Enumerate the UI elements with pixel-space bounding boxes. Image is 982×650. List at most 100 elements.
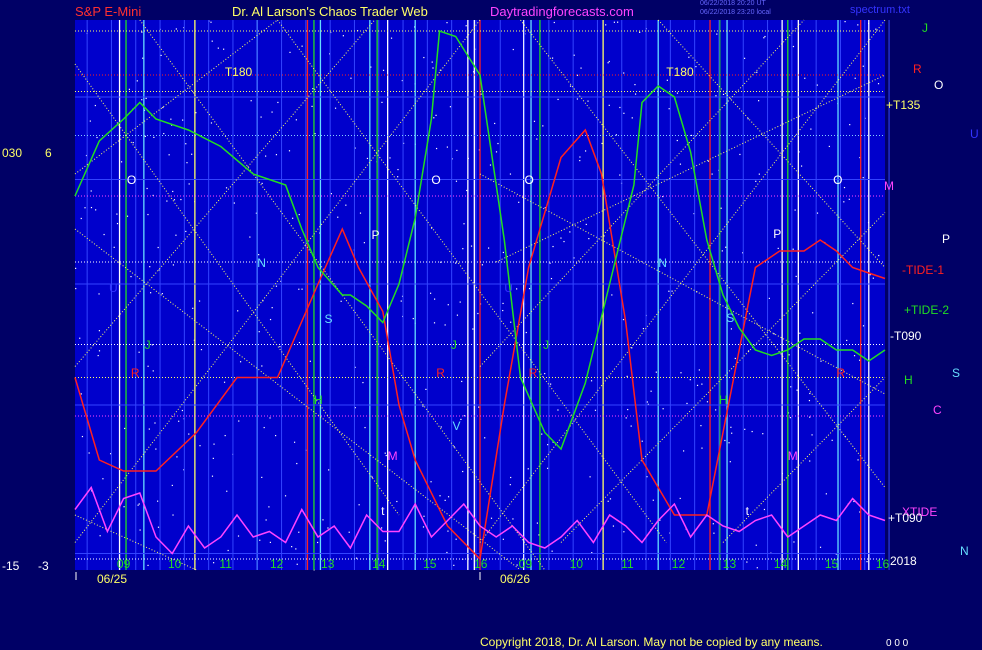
star-dot xyxy=(175,234,177,236)
star-dot xyxy=(447,496,450,498)
star-dot xyxy=(271,111,273,113)
star-dot xyxy=(623,72,625,74)
star-dot xyxy=(275,285,278,287)
star-dot xyxy=(279,345,281,348)
star-dot xyxy=(423,515,425,517)
star-dot xyxy=(712,523,714,525)
star-dot xyxy=(502,538,504,540)
star-dot xyxy=(130,275,132,278)
planet-marker-p: P xyxy=(773,227,781,241)
star-dot xyxy=(619,174,621,176)
star-dot xyxy=(623,112,625,114)
star-dot xyxy=(809,392,811,395)
label-t180-day1: T180 xyxy=(225,65,253,79)
star-dot xyxy=(792,248,794,250)
star-dot xyxy=(188,183,190,185)
star-dot xyxy=(751,430,753,433)
star-dot xyxy=(551,57,554,59)
star-dot xyxy=(584,150,587,152)
star-dot xyxy=(79,337,81,339)
star-dot xyxy=(698,369,700,371)
star-dot xyxy=(816,84,818,86)
star-dot xyxy=(277,101,279,104)
star-dot xyxy=(355,557,358,559)
star-dot xyxy=(634,93,637,95)
star-dot xyxy=(322,519,324,521)
star-dot xyxy=(557,98,559,101)
star-dot xyxy=(141,31,143,33)
star-dot xyxy=(288,150,291,152)
star-dot xyxy=(212,457,214,459)
right-label--t135: +T135 xyxy=(886,98,921,112)
star-dot xyxy=(480,93,482,95)
star-dot xyxy=(642,327,645,330)
star-dot xyxy=(762,433,764,435)
star-dot xyxy=(88,452,90,454)
right-label-p: P xyxy=(942,232,950,246)
star-dot xyxy=(171,484,173,487)
star-dot xyxy=(113,246,115,248)
star-dot xyxy=(389,157,391,159)
date-label: 06/26 xyxy=(500,572,530,586)
star-dot xyxy=(715,95,717,97)
star-dot xyxy=(743,57,746,59)
star-dot xyxy=(875,28,877,30)
planet-marker-m: M xyxy=(388,449,398,463)
star-dot xyxy=(497,142,499,145)
star-dot xyxy=(116,222,119,225)
star-dot xyxy=(641,440,643,442)
star-dot xyxy=(259,539,261,541)
star-dot xyxy=(75,287,77,290)
star-dot xyxy=(430,481,432,483)
star-dot xyxy=(811,434,813,436)
star-dot xyxy=(384,452,386,454)
star-dot xyxy=(224,434,226,437)
star-dot xyxy=(213,443,215,445)
x-tick-label: 09 xyxy=(117,557,131,571)
star-dot xyxy=(172,190,174,193)
star-dot xyxy=(168,154,170,156)
star-dot xyxy=(298,341,301,344)
star-dot xyxy=(342,35,344,37)
star-dot xyxy=(182,119,184,121)
star-dot xyxy=(512,518,514,520)
star-dot xyxy=(866,561,868,563)
star-dot xyxy=(138,351,140,353)
star-dot xyxy=(381,101,383,103)
star-dot xyxy=(172,264,175,266)
star-dot xyxy=(746,561,748,563)
planet-marker-u: U xyxy=(109,281,118,295)
right-label--t090: +T090 xyxy=(888,511,923,525)
star-dot xyxy=(662,408,664,410)
star-dot xyxy=(350,77,352,79)
star-dot xyxy=(731,432,733,434)
star-dot xyxy=(862,177,864,179)
star-dot xyxy=(518,201,520,203)
star-dot xyxy=(366,157,369,160)
star-dot xyxy=(97,354,99,357)
star-dot xyxy=(525,331,527,334)
star-dot xyxy=(172,514,174,516)
star-dot xyxy=(626,375,628,377)
star-dot xyxy=(825,493,827,495)
star-dot xyxy=(84,207,86,209)
star-dot xyxy=(605,24,607,26)
star-dot xyxy=(576,98,578,100)
star-dot xyxy=(188,433,190,435)
star-dot xyxy=(680,372,682,374)
right-label-s: S xyxy=(952,366,960,380)
star-dot xyxy=(150,292,152,294)
star-dot xyxy=(794,209,796,211)
star-dot xyxy=(623,531,625,533)
star-dot xyxy=(756,567,758,569)
star-dot xyxy=(275,154,278,156)
star-dot xyxy=(237,535,240,537)
chaos-chart: T180 T180O O O OP PN NS SJ J JR R R RH HM MVt tU UJRO+T1… xyxy=(2,19,979,586)
star-dot xyxy=(533,120,536,122)
star-dot xyxy=(481,264,484,266)
star-dot xyxy=(316,541,319,544)
star-dot xyxy=(160,54,162,57)
star-dot xyxy=(157,500,159,502)
star-dot xyxy=(744,428,746,430)
x-tick-label: 13 xyxy=(723,557,737,571)
